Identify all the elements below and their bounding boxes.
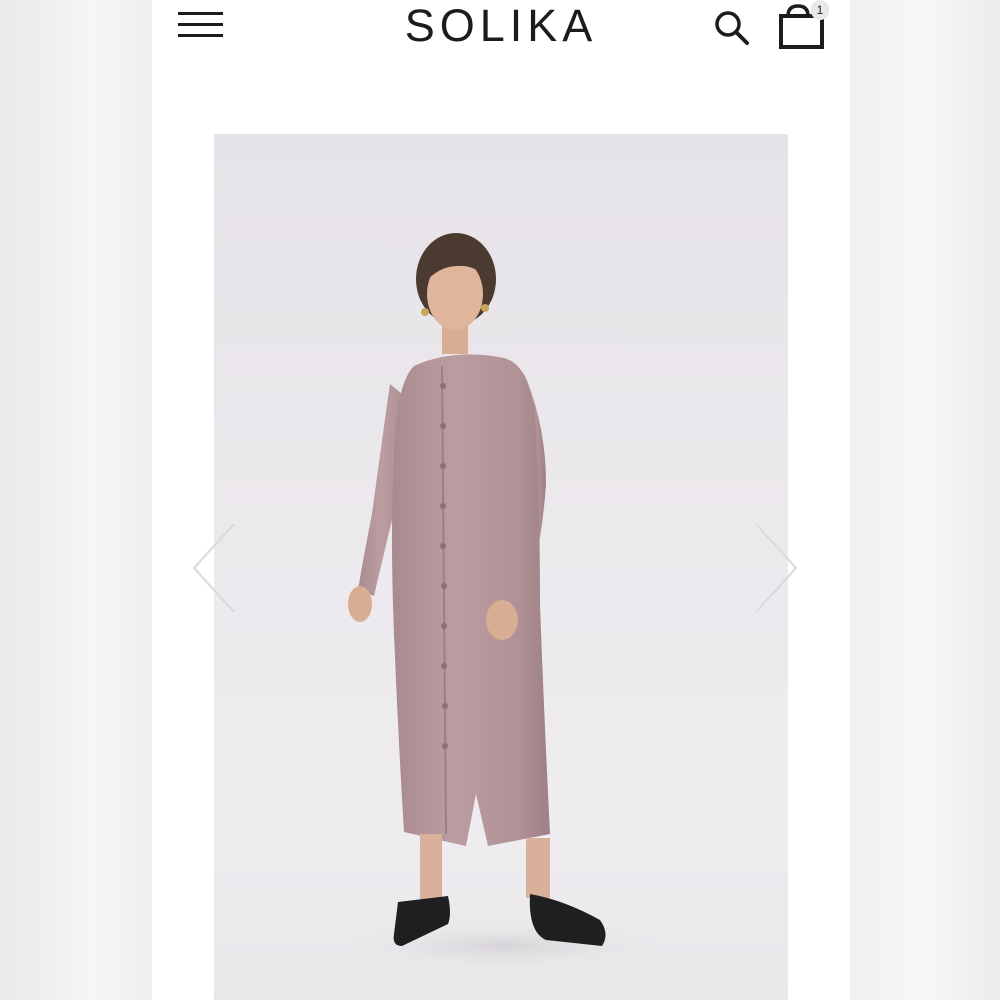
next-image-button[interactable] (752, 520, 802, 616)
cart-button[interactable]: 1 (774, 0, 834, 54)
product-page: SOLIKA 1 (152, 0, 850, 1000)
cart-count-badge: 1 (811, 0, 829, 20)
product-image-gallery[interactable] (214, 134, 788, 1000)
search-button[interactable] (710, 6, 754, 50)
previous-image-button[interactable] (188, 520, 238, 616)
right-backdrop (850, 0, 1000, 1000)
chevron-right-icon (755, 523, 798, 613)
product-photo (214, 134, 788, 1000)
model-wearing-dress-illustration (334, 233, 674, 972)
site-header: SOLIKA 1 (152, 0, 850, 60)
left-backdrop (0, 0, 152, 1000)
search-icon (715, 11, 749, 45)
chevron-left-icon (192, 523, 235, 613)
